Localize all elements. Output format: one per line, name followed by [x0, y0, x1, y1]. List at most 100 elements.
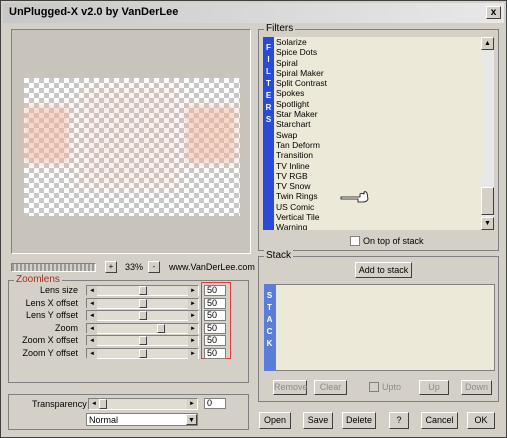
filter-list-item[interactable]: Spiral Maker — [274, 68, 481, 78]
slider-thumb[interactable] — [138, 348, 147, 358]
down-button[interactable]: Down — [461, 380, 492, 395]
filter-list-item[interactable]: Spotlight — [274, 99, 481, 109]
param-slider[interactable]: ◄ ► — [86, 297, 199, 309]
transparency-right-arrow[interactable]: ► — [187, 399, 197, 409]
filter-list-item[interactable]: Spokes — [274, 88, 481, 98]
filter-list-item[interactable]: Split Contrast — [274, 78, 481, 88]
add-to-stack-label: Add to stack — [358, 265, 409, 275]
filter-list-item[interactable]: Spiral — [274, 58, 481, 68]
param-value[interactable]: 50 — [204, 347, 226, 359]
scroll-down-arrow[interactable]: ▼ — [481, 217, 494, 230]
upto-checkbox[interactable] — [369, 382, 379, 392]
remove-button[interactable]: Remove — [273, 380, 308, 395]
up-button[interactable]: Up — [419, 380, 449, 395]
transparency-thumb[interactable] — [99, 399, 107, 409]
slider-right-arrow[interactable]: ► — [188, 311, 198, 321]
open-button[interactable]: Open — [259, 412, 291, 429]
slider-left-arrow[interactable]: ◄ — [87, 348, 97, 359]
vanderlee-link[interactable]: www.VanDerLee.com — [169, 262, 255, 272]
slider-thumb[interactable] — [138, 311, 147, 320]
param-value[interactable]: 50 — [204, 335, 226, 346]
strip-letter: S — [265, 115, 272, 124]
param-value[interactable]: 50 — [204, 322, 226, 334]
filter-list-item[interactable]: TV Inline — [274, 161, 481, 171]
slider-right-arrow[interactable]: ► — [188, 298, 198, 309]
filter-scrollbar[interactable]: ▲ ▼ — [481, 37, 494, 230]
delete-button[interactable]: Delete — [342, 412, 376, 429]
scroll-up-arrow[interactable]: ▲ — [481, 37, 494, 50]
param-label: Lens X offset — [25, 297, 78, 308]
slider-right-arrow[interactable]: ► — [188, 323, 198, 334]
preview-canvas[interactable] — [24, 78, 240, 216]
on-top-checkbox[interactable] — [350, 236, 360, 246]
save-button[interactable]: Save — [303, 412, 333, 429]
param-label: Lens size — [39, 285, 78, 295]
param-slider[interactable]: ◄ ► — [86, 310, 199, 321]
close-button[interactable]: x — [486, 6, 501, 19]
preview-tint-left — [24, 106, 69, 164]
zoom-out-button[interactable]: + — [105, 261, 117, 273]
stack-group-label: Stack — [264, 250, 294, 261]
filter-list-item[interactable]: Twin Rings — [274, 191, 481, 201]
filter-list-item[interactable]: Vertical Tile — [274, 212, 481, 222]
cancel-label: Cancel — [425, 415, 454, 425]
param-label: Zoom X offset — [22, 335, 78, 345]
slider-left-arrow[interactable]: ◄ — [87, 323, 97, 334]
transparency-value[interactable]: 0 — [204, 398, 226, 409]
up-label: Up — [428, 382, 440, 392]
param-slider[interactable]: ◄ ► — [86, 322, 199, 334]
scroll-thumb[interactable] — [481, 187, 494, 215]
param-slider[interactable]: ◄ ► — [86, 285, 199, 296]
slider-left-arrow[interactable]: ◄ — [87, 311, 97, 321]
cursor-hand-icon — [340, 191, 370, 203]
save-label: Save — [307, 415, 329, 425]
transparency-slider[interactable]: ◄ ► — [88, 398, 198, 410]
add-to-stack-button[interactable]: Add to stack — [355, 262, 412, 278]
slider-right-arrow[interactable]: ► — [188, 336, 198, 346]
param-value[interactable]: 50 — [204, 310, 226, 321]
filter-list-item[interactable]: US Comic — [274, 202, 481, 212]
filter-list-item[interactable]: Warning — [274, 222, 481, 230]
title-bar[interactable]: UnPlugged-X v2.0 by VanDerLee x — [3, 3, 504, 23]
chevron-down-icon[interactable]: ▼ — [186, 414, 197, 425]
slider-thumb[interactable] — [138, 298, 147, 308]
zoom-in-button[interactable]: - — [148, 261, 160, 273]
slider-thumb[interactable] — [138, 286, 147, 295]
strip-letter: A — [266, 315, 273, 324]
help-label: ? — [396, 415, 402, 425]
stack-list[interactable] — [275, 284, 495, 371]
transparency-left-arrow[interactable]: ◄ — [89, 399, 99, 409]
filter-list-item[interactable]: Starchart — [274, 119, 481, 129]
slider-thumb[interactable] — [138, 336, 147, 345]
ok-button[interactable]: OK — [467, 412, 495, 429]
filter-list-item[interactable]: Spice Dots — [274, 47, 481, 57]
param-value[interactable]: 50 — [204, 285, 226, 296]
slider-thumb[interactable] — [156, 323, 165, 333]
param-value[interactable]: 50 — [204, 297, 226, 309]
upto-label: Upto — [382, 382, 402, 392]
filter-list-item[interactable]: Swap — [274, 130, 481, 140]
slider-left-arrow[interactable]: ◄ — [87, 336, 97, 346]
filter-list-item[interactable]: Solarize — [274, 37, 481, 47]
slider-left-arrow[interactable]: ◄ — [87, 298, 97, 309]
filters-strip: FILTERS — [263, 37, 274, 230]
filter-list[interactable]: Solarize Spice Dots Spiral Spiral Maker Spli… — [274, 37, 481, 230]
filter-list-item[interactable]: Transition — [274, 150, 481, 160]
slider-right-arrow[interactable]: ► — [188, 348, 198, 359]
strip-letter: K — [266, 339, 273, 348]
param-slider[interactable]: ◄ ► — [86, 335, 199, 346]
cancel-button[interactable]: Cancel — [421, 412, 458, 429]
blend-mode-select[interactable]: Normal ▼ — [86, 413, 198, 426]
param-slider[interactable]: ◄ ► — [86, 347, 199, 359]
filter-list-item[interactable]: TV RGB — [274, 171, 481, 181]
strip-letter: T — [266, 79, 271, 88]
slider-left-arrow[interactable]: ◄ — [87, 286, 97, 296]
slider-right-arrow[interactable]: ► — [188, 286, 198, 296]
help-button[interactable]: ? — [389, 412, 409, 429]
strip-letter: S — [266, 291, 273, 300]
filter-list-item[interactable]: Star Maker — [274, 109, 481, 119]
strip-letter: F — [266, 43, 271, 52]
clear-button[interactable]: Clear — [314, 380, 347, 395]
filter-list-item[interactable]: Tan Deform — [274, 140, 481, 150]
filter-list-item[interactable]: TV Snow — [274, 181, 481, 191]
